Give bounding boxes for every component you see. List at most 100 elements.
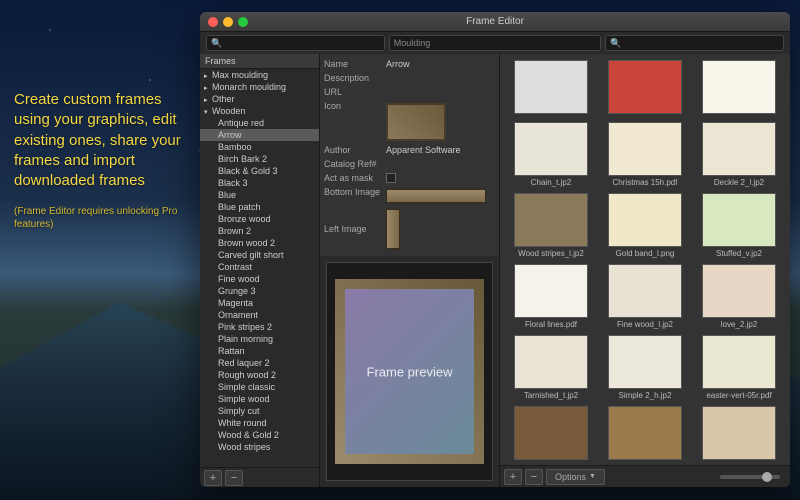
options-button[interactable]: Options▼ [546,469,605,485]
tree-item[interactable]: Birch Bark 2 [200,153,319,165]
asset-thumb[interactable]: Deckle 2_l.jp2 [694,122,784,187]
search-right[interactable]: 🔍 [605,35,784,51]
asset-thumb[interactable] [600,60,690,116]
tree-category[interactable]: ▸Other [200,93,319,105]
tree-category[interactable]: ▸Max moulding [200,69,319,81]
promo-headline: Create custom frames using your graphics… [14,90,189,191]
tree-item[interactable]: Simple classic [200,381,319,393]
tree-item[interactable]: Contrast [200,261,319,273]
asset-thumb-image [702,193,776,247]
frames-sidebar: Frames ▸Max moulding▸Monarch moulding▸Ot… [200,54,320,487]
tree-item[interactable]: Blue [200,189,319,201]
tree-item[interactable]: Rattan [200,345,319,357]
asset-grid[interactable]: Chain_t.jp2 Christmas 15h.pdfDeckle 2_l.j… [500,54,790,465]
tree-item[interactable]: Rough wood 2 [200,369,319,381]
tree-item[interactable]: Bamboo [200,141,319,153]
asset-thumb[interactable]: Wood stripes_l.jp2 [506,193,596,258]
prop-catalog-label: Catalog Ref# [324,159,386,169]
promo-subnote: (Frame Editor requires unlocking Pro fea… [14,205,189,231]
tree-item[interactable]: Fine wood [200,273,319,285]
titlebar[interactable]: Frame Editor [200,12,790,32]
prop-author-value[interactable]: Apparent Software [386,145,495,155]
tree-item[interactable]: Wood & Gold 2 [200,429,319,441]
tree-item[interactable]: Pink stripes 2 [200,321,319,333]
asset-thumb[interactable]: Simple 2_h.jp2 [600,335,690,400]
asset-thumb-label: Chain_t.jp2 [531,178,571,187]
tree-item[interactable]: Red laquer 2 [200,357,319,369]
tree-item[interactable]: Brown 2 [200,225,319,237]
remove-frame-button[interactable]: − [225,470,243,486]
asset-thumb[interactable]: Tarnished_t.jp2 [506,335,596,400]
asset-thumb-label: Simple 2_h.jp2 [619,391,672,400]
remove-asset-button[interactable]: − [525,469,543,485]
tree-item[interactable]: Blue patch [200,201,319,213]
asset-thumb-image [514,193,588,247]
tree-item[interactable]: Wood stripes [200,441,319,453]
frame-editor-window: Frame Editor 🔍 Moulding 🔍 Frames ▸Max mo… [200,12,790,487]
tree-category[interactable]: ▾Wooden [200,105,319,117]
prop-name-value[interactable]: Arrow [386,59,495,69]
prop-mask-label: Act as mask [324,173,386,183]
tree-item[interactable]: Black 3 [200,177,319,189]
tree-category[interactable]: ▸Monarch moulding [200,81,319,93]
tree-item[interactable]: Simple wood [200,393,319,405]
tree-item[interactable]: Black & Gold 3 [200,165,319,177]
add-asset-button[interactable]: + [504,469,522,485]
zoom-slider[interactable] [720,475,780,479]
asset-thumb[interactable]: Stuffed_v.jp2 [694,193,784,258]
tree-item[interactable]: White round [200,417,319,429]
zoom-icon[interactable] [238,17,248,27]
asset-thumb[interactable] [506,406,596,462]
add-frame-button[interactable]: + [204,470,222,486]
prop-icon-label: Icon [324,101,386,111]
prop-bottomimg-label: Bottom Image [324,187,386,197]
prop-mask-checkbox[interactable] [386,173,396,183]
asset-thumb-image [514,264,588,318]
asset-thumb-label: Stuffed_v.jp2 [716,249,762,258]
frame-preview: Frame preview [326,262,493,481]
tree-item[interactable]: Arrow [200,129,319,141]
tree-item[interactable]: Antique red [200,117,319,129]
prop-icon-preview[interactable] [386,103,446,141]
prop-bottomimg-preview[interactable] [386,189,486,203]
asset-thumb[interactable] [694,406,784,462]
prop-url-label: URL [324,87,386,97]
asset-thumb-image [514,122,588,176]
tree-item[interactable]: Magenta [200,297,319,309]
tree-item[interactable]: Grunge 3 [200,285,319,297]
asset-thumb-label: love_2.jp2 [721,320,757,329]
search-left[interactable]: 🔍 [206,35,385,51]
zoom-slider-knob[interactable] [762,472,772,482]
asset-thumb[interactable] [694,60,784,116]
chevron-down-icon: ▼ [589,473,596,480]
tree-item[interactable]: Simply cut [200,405,319,417]
asset-thumb[interactable] [600,406,690,462]
close-icon[interactable] [208,17,218,27]
tree-item[interactable]: Ornament [200,309,319,321]
minimize-icon[interactable] [223,17,233,27]
asset-thumb[interactable]: Christmas 15h.pdf [600,122,690,187]
tree-item[interactable]: Plain morning [200,333,319,345]
prop-desc-label: Description [324,73,386,83]
asset-thumb-image [608,264,682,318]
asset-thumb-label: Gold band_l.png [616,249,675,258]
search-mid[interactable]: Moulding [389,35,602,51]
asset-thumb[interactable]: easter-vert-05r.pdf [694,335,784,400]
asset-thumb[interactable]: Chain_t.jp2 [506,122,596,187]
asset-thumb[interactable] [506,60,596,116]
asset-thumb[interactable]: Gold band_l.png [600,193,690,258]
prop-leftimg-preview[interactable] [386,209,400,249]
asset-thumb-image [608,335,682,389]
asset-thumb[interactable]: Floral lines.pdf [506,264,596,329]
asset-thumb[interactable]: love_2.jp2 [694,264,784,329]
tree-item[interactable]: Carved gilt short [200,249,319,261]
frames-tree[interactable]: ▸Max moulding▸Monarch moulding▸Other▾Woo… [200,69,319,467]
tree-item[interactable]: Brown wood 2 [200,237,319,249]
tree-item[interactable]: Bronze wood [200,213,319,225]
asset-thumb[interactable]: Fine wood_l.jp2 [600,264,690,329]
window-title: Frame Editor [466,16,524,27]
search-icon: 🔍 [211,38,222,49]
frame-preview-image: Frame preview [335,279,484,463]
prop-leftimg-label: Left Image [324,224,386,234]
asset-thumb-label: Wood stripes_l.jp2 [518,249,584,258]
